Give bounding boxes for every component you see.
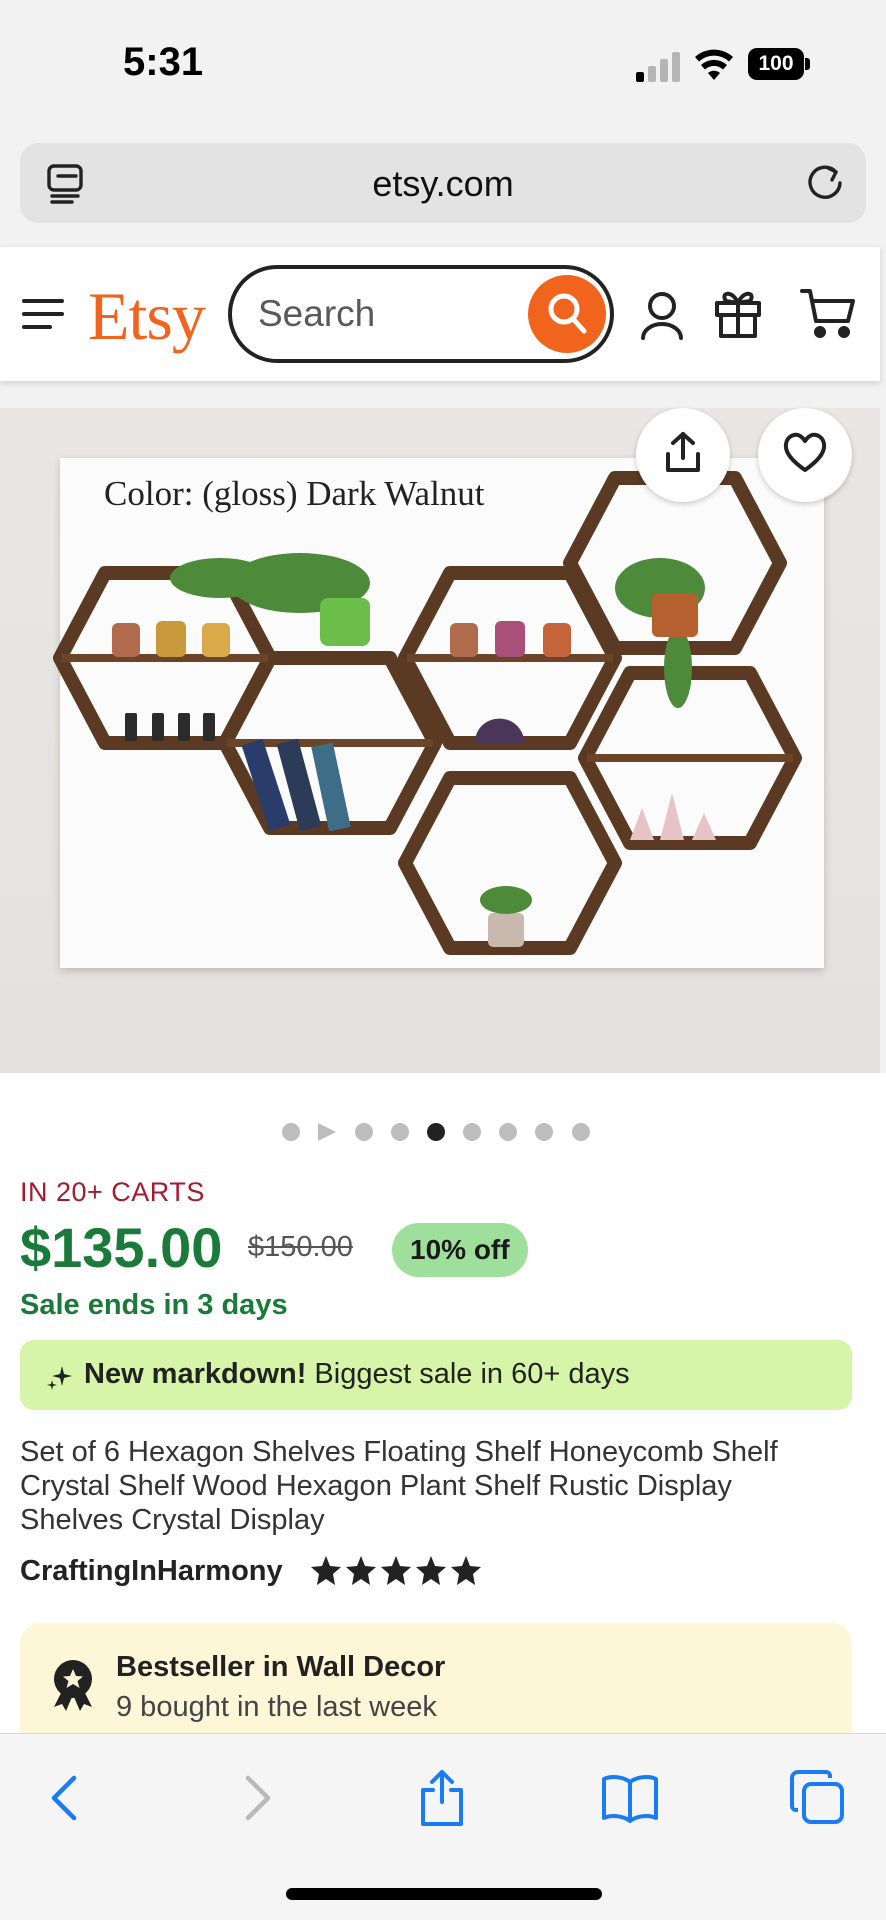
sale-price: $135.00 <box>20 1216 223 1279</box>
share-icon <box>666 432 700 472</box>
product-details: IN 20+ CARTS $135.00 $150.00 10% off Sal… <box>0 1073 886 1753</box>
account-icon[interactable] <box>640 291 684 341</box>
signal-icon <box>636 52 680 82</box>
award-badge-icon <box>54 1660 92 1711</box>
back-icon[interactable] <box>36 1768 96 1828</box>
gift-icon[interactable] <box>714 287 762 339</box>
cart-icon[interactable] <box>800 287 856 339</box>
markdown-bold: New markdown! <box>84 1358 307 1390</box>
battery-level: 100 <box>748 48 804 80</box>
url-text[interactable]: etsy.com <box>20 163 866 205</box>
shop-name-link[interactable]: CraftingInHarmony <box>20 1555 283 1588</box>
discount-badge: 10% off <box>392 1223 528 1277</box>
etsy-logo[interactable]: Etsy <box>88 277 206 356</box>
product-image[interactable]: Color: (gloss) Dark Walnut <box>0 408 880 1073</box>
carousel-dot[interactable] <box>463 1123 481 1141</box>
menu-icon[interactable] <box>22 297 64 331</box>
site-header: Etsy <box>0 247 880 381</box>
image-carousel-indicators <box>0 1123 886 1143</box>
browser-toolbar <box>0 1733 886 1920</box>
image-caption: Color: (gloss) Dark Walnut <box>104 474 485 513</box>
carousel-video-dot[interactable] <box>318 1123 336 1141</box>
favorite-button[interactable] <box>758 408 852 502</box>
status-time: 5:31 <box>123 40 204 84</box>
search-box <box>228 265 614 363</box>
carousel-dot[interactable] <box>391 1123 409 1141</box>
bookmarks-icon[interactable] <box>600 1768 660 1828</box>
sparkle-icon <box>47 1366 72 1390</box>
carousel-dot[interactable] <box>282 1123 300 1141</box>
search-icon <box>548 293 587 334</box>
share-page-icon[interactable] <box>412 1768 472 1828</box>
bestseller-title: Bestseller in Wall Decor <box>116 1651 446 1683</box>
product-title: Set of 6 Hexagon Shelves Floating Shelf … <box>20 1436 778 1536</box>
wifi-icon <box>695 49 733 80</box>
original-price: $150.00 <box>248 1231 353 1263</box>
share-listing-button[interactable] <box>636 408 730 502</box>
markdown-text: New markdown! Biggest sale in 60+ days <box>84 1358 630 1391</box>
markdown-detail: Biggest sale in 60+ days <box>306 1358 630 1390</box>
sale-ends-label: Sale ends in 3 days <box>20 1289 288 1321</box>
tabs-icon[interactable] <box>788 1768 848 1828</box>
reload-icon[interactable] <box>806 163 846 203</box>
rating-stars[interactable] <box>310 1555 500 1587</box>
bestseller-subtitle: 9 bought in the last week <box>116 1691 437 1723</box>
status-bar: 5:31 100 <box>0 0 886 130</box>
search-button[interactable] <box>528 275 606 353</box>
carousel-dot[interactable] <box>499 1123 517 1141</box>
in-carts-label: IN 20+ CARTS <box>20 1177 205 1207</box>
heart-icon <box>783 432 827 472</box>
address-bar[interactable]: etsy.com <box>20 143 866 223</box>
carousel-dot[interactable] <box>355 1123 373 1141</box>
search-input[interactable] <box>258 291 508 337</box>
markdown-banner: New markdown! Biggest sale in 60+ days <box>20 1340 852 1410</box>
carousel-dot[interactable] <box>572 1123 590 1141</box>
carousel-dot-active[interactable] <box>427 1123 445 1141</box>
carousel-dot[interactable] <box>535 1123 553 1141</box>
home-indicator <box>286 1888 602 1900</box>
battery-icon: 100 <box>748 48 810 80</box>
forward-icon[interactable] <box>226 1768 286 1828</box>
